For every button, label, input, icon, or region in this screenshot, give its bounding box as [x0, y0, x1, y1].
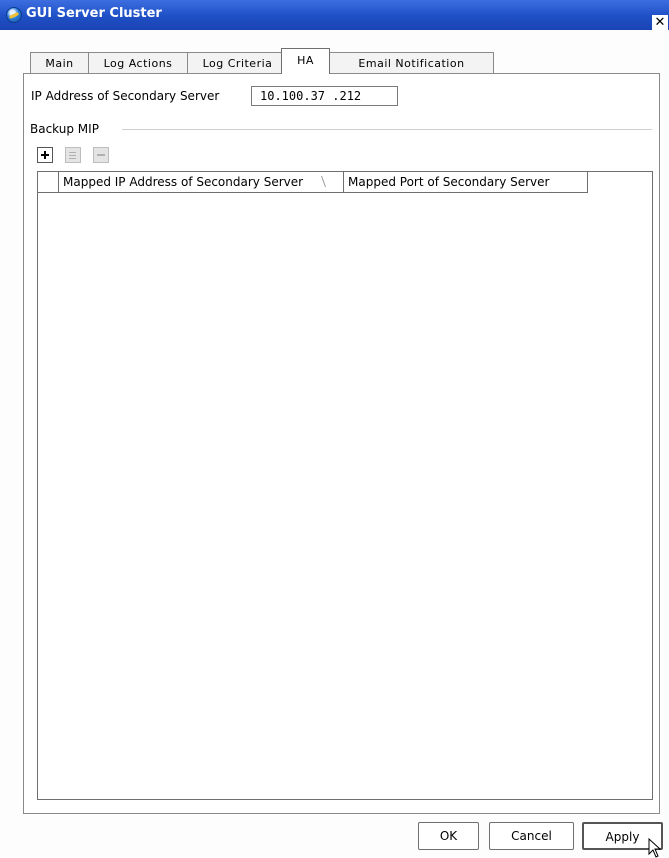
close-button[interactable]: ✕ — [652, 15, 668, 30]
backup-mip-group-label: Backup MIP — [30, 122, 99, 136]
window-title: GUI Server Cluster — [26, 6, 162, 21]
tab-main[interactable]: Main — [30, 52, 89, 73]
sort-indicator-icon — [320, 176, 330, 187]
column-header-mapped-port[interactable]: Mapped Port of Secondary Server — [343, 171, 588, 193]
column-header-label: Mapped IP Address of Secondary Server — [63, 175, 304, 189]
tab-log-actions[interactable]: Log Actions — [88, 52, 188, 73]
group-divider — [122, 129, 652, 130]
ip-address-field[interactable]: 10.100.37 .212 — [251, 86, 398, 106]
tab-ha[interactable]: HA — [281, 48, 330, 74]
title-bar: GUI Server Cluster ✕ — [0, 0, 669, 30]
backup-mip-table[interactable] — [37, 171, 653, 800]
app-globe-icon — [6, 7, 22, 23]
tab-email-notification[interactable]: Email Notification — [329, 52, 494, 73]
tab-log-criteria[interactable]: Log Criteria — [187, 52, 288, 73]
table-corner-header — [37, 171, 59, 193]
ok-button[interactable]: OK — [418, 822, 479, 850]
mouse-pointer-icon — [648, 838, 662, 858]
column-header-mapped-ip[interactable]: Mapped IP Address of Secondary Server — [58, 171, 344, 193]
ip-address-label: IP Address of Secondary Server — [31, 89, 220, 103]
add-icon[interactable] — [37, 147, 53, 163]
remove-icon[interactable] — [93, 147, 109, 163]
cancel-button[interactable]: Cancel — [489, 822, 574, 850]
edit-icon[interactable] — [65, 147, 81, 163]
close-icon: ✕ — [654, 15, 666, 30]
column-header-label: Mapped Port of Secondary Server — [348, 175, 550, 189]
